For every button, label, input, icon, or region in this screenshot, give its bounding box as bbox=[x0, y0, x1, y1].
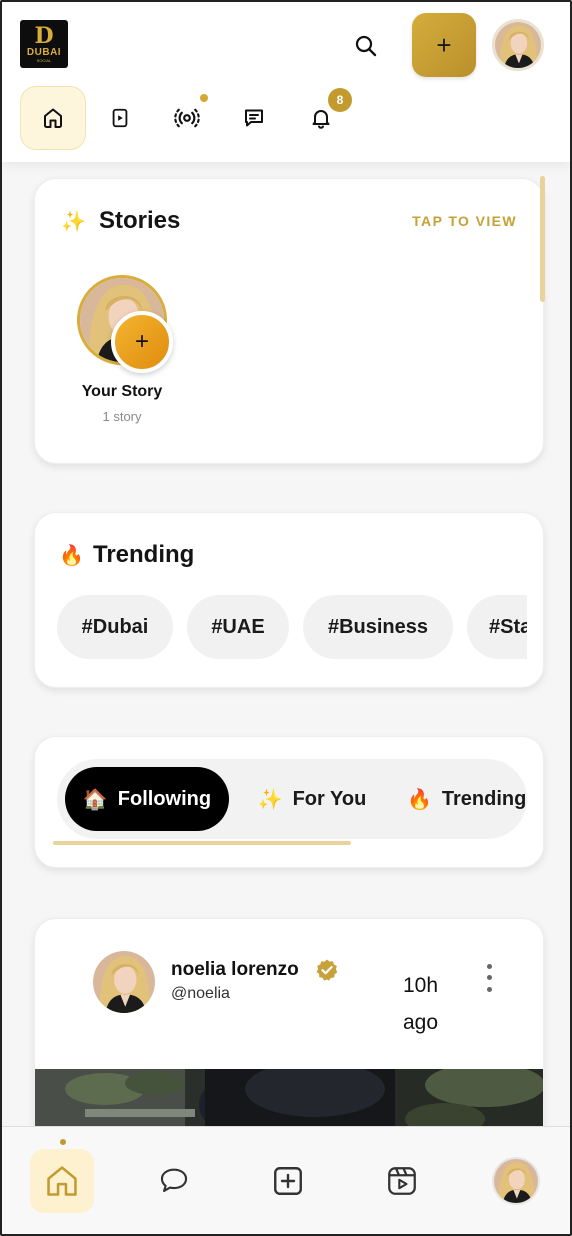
tab-label: Following bbox=[117, 787, 212, 810]
trending-card: 🔥 Trending #Dubai #UAE #Business #Sta bbox=[34, 512, 544, 688]
hashtag-chip[interactable]: #UAE bbox=[187, 595, 289, 659]
tab-label: Trending bbox=[441, 787, 527, 810]
scrollbar-thumb[interactable] bbox=[540, 176, 545, 302]
dot bbox=[486, 964, 492, 970]
story-label: Your Story bbox=[81, 383, 163, 400]
sparkles-icon: ✨ bbox=[257, 788, 283, 811]
chat-icon bbox=[160, 1168, 188, 1192]
bottom-nav-create[interactable] bbox=[256, 1149, 320, 1213]
profile-avatar[interactable] bbox=[492, 19, 544, 71]
stories-title: Stories bbox=[99, 207, 181, 234]
live-icon bbox=[174, 108, 200, 128]
notifications-badge: 8 bbox=[328, 88, 352, 112]
nav-videos[interactable] bbox=[87, 86, 153, 150]
sparkles-icon: ✨ bbox=[61, 211, 86, 233]
author-name[interactable]: noelia lorenzo bbox=[171, 959, 299, 981]
hashtag-chip[interactable]: #Dubai bbox=[57, 595, 173, 659]
messages-icon bbox=[245, 109, 263, 127]
plus-icon: + bbox=[436, 29, 452, 60]
bottom-nav-reels[interactable] bbox=[370, 1149, 434, 1213]
logo-word: DUBAI bbox=[26, 47, 62, 58]
notifications-icon bbox=[312, 110, 330, 129]
tap-to-view-link[interactable]: TAP TO VIEW bbox=[412, 213, 517, 229]
plus-icon: + bbox=[134, 328, 149, 355]
dot bbox=[486, 975, 492, 981]
author-avatar[interactable] bbox=[93, 951, 155, 1013]
stories-card: ✨ Stories TAP TO VIEW + Your Story 1 sto… bbox=[34, 178, 544, 464]
post-options-button[interactable] bbox=[479, 961, 499, 995]
verified-badge-icon bbox=[315, 958, 339, 987]
logo-sub: SOCIAL bbox=[36, 58, 52, 63]
bottom-nav-chat[interactable] bbox=[142, 1149, 206, 1213]
create-icon bbox=[274, 1167, 302, 1195]
dot bbox=[486, 986, 492, 992]
house-emoji-icon: 🏠 bbox=[82, 788, 108, 811]
trending-title: Trending bbox=[93, 541, 195, 568]
logo-mark: D bbox=[34, 23, 54, 49]
active-indicator-dot bbox=[60, 1139, 66, 1145]
top-nav: 8 bbox=[20, 86, 560, 150]
trending-hashtags: #Dubai #UAE #Business #Sta bbox=[57, 595, 527, 661]
tab-for-you[interactable]: ✨ For You bbox=[247, 767, 377, 831]
tab-following[interactable]: 🏠 Following bbox=[65, 767, 229, 831]
tab-label: For You bbox=[292, 787, 367, 810]
bottom-nav-home[interactable] bbox=[30, 1149, 94, 1213]
feed-tabs-card: 🏠 Following ✨ For You 🔥 Trending bbox=[34, 736, 544, 868]
nav-live[interactable] bbox=[154, 86, 220, 150]
reels-icon bbox=[388, 1167, 416, 1195]
tab-trending[interactable]: 🔥 Trending bbox=[397, 767, 527, 831]
nav-home[interactable] bbox=[20, 86, 86, 150]
app-logo[interactable]: D DUBAI SOCIAL bbox=[20, 20, 68, 68]
nav-messages[interactable] bbox=[221, 86, 287, 150]
app-frame: D DUBAI SOCIAL + 8 ✨ Stories TAP TO VIEW… bbox=[0, 0, 572, 1236]
add-story-button[interactable]: + bbox=[111, 311, 173, 373]
live-indicator-dot bbox=[200, 94, 208, 102]
fire-icon: 🔥 bbox=[407, 788, 432, 811]
search-icon bbox=[355, 35, 377, 57]
create-post-button[interactable]: + bbox=[412, 13, 476, 77]
feed-tab-bar: 🏠 Following ✨ For You 🔥 Trending bbox=[57, 759, 527, 839]
top-header: D DUBAI SOCIAL + 8 bbox=[2, 2, 570, 162]
post-timestamp: 10h ago bbox=[403, 974, 439, 1034]
hashtag-chip[interactable]: #Sta bbox=[467, 595, 527, 659]
hashtag-chip[interactable]: #Business bbox=[303, 595, 453, 659]
bottom-nav-profile-avatar[interactable] bbox=[492, 1157, 540, 1205]
nav-notifications[interactable]: 8 bbox=[288, 86, 354, 150]
story-count: 1 story bbox=[102, 409, 142, 424]
bottom-nav bbox=[2, 1126, 570, 1234]
author-handle: @noelia bbox=[171, 985, 230, 1002]
home-icon bbox=[44, 108, 62, 128]
home-icon bbox=[47, 1166, 77, 1196]
fire-icon: 🔥 bbox=[59, 545, 84, 567]
tab-scroll-indicator bbox=[53, 841, 351, 845]
video-icon bbox=[112, 108, 128, 128]
search-button[interactable] bbox=[344, 26, 388, 66]
